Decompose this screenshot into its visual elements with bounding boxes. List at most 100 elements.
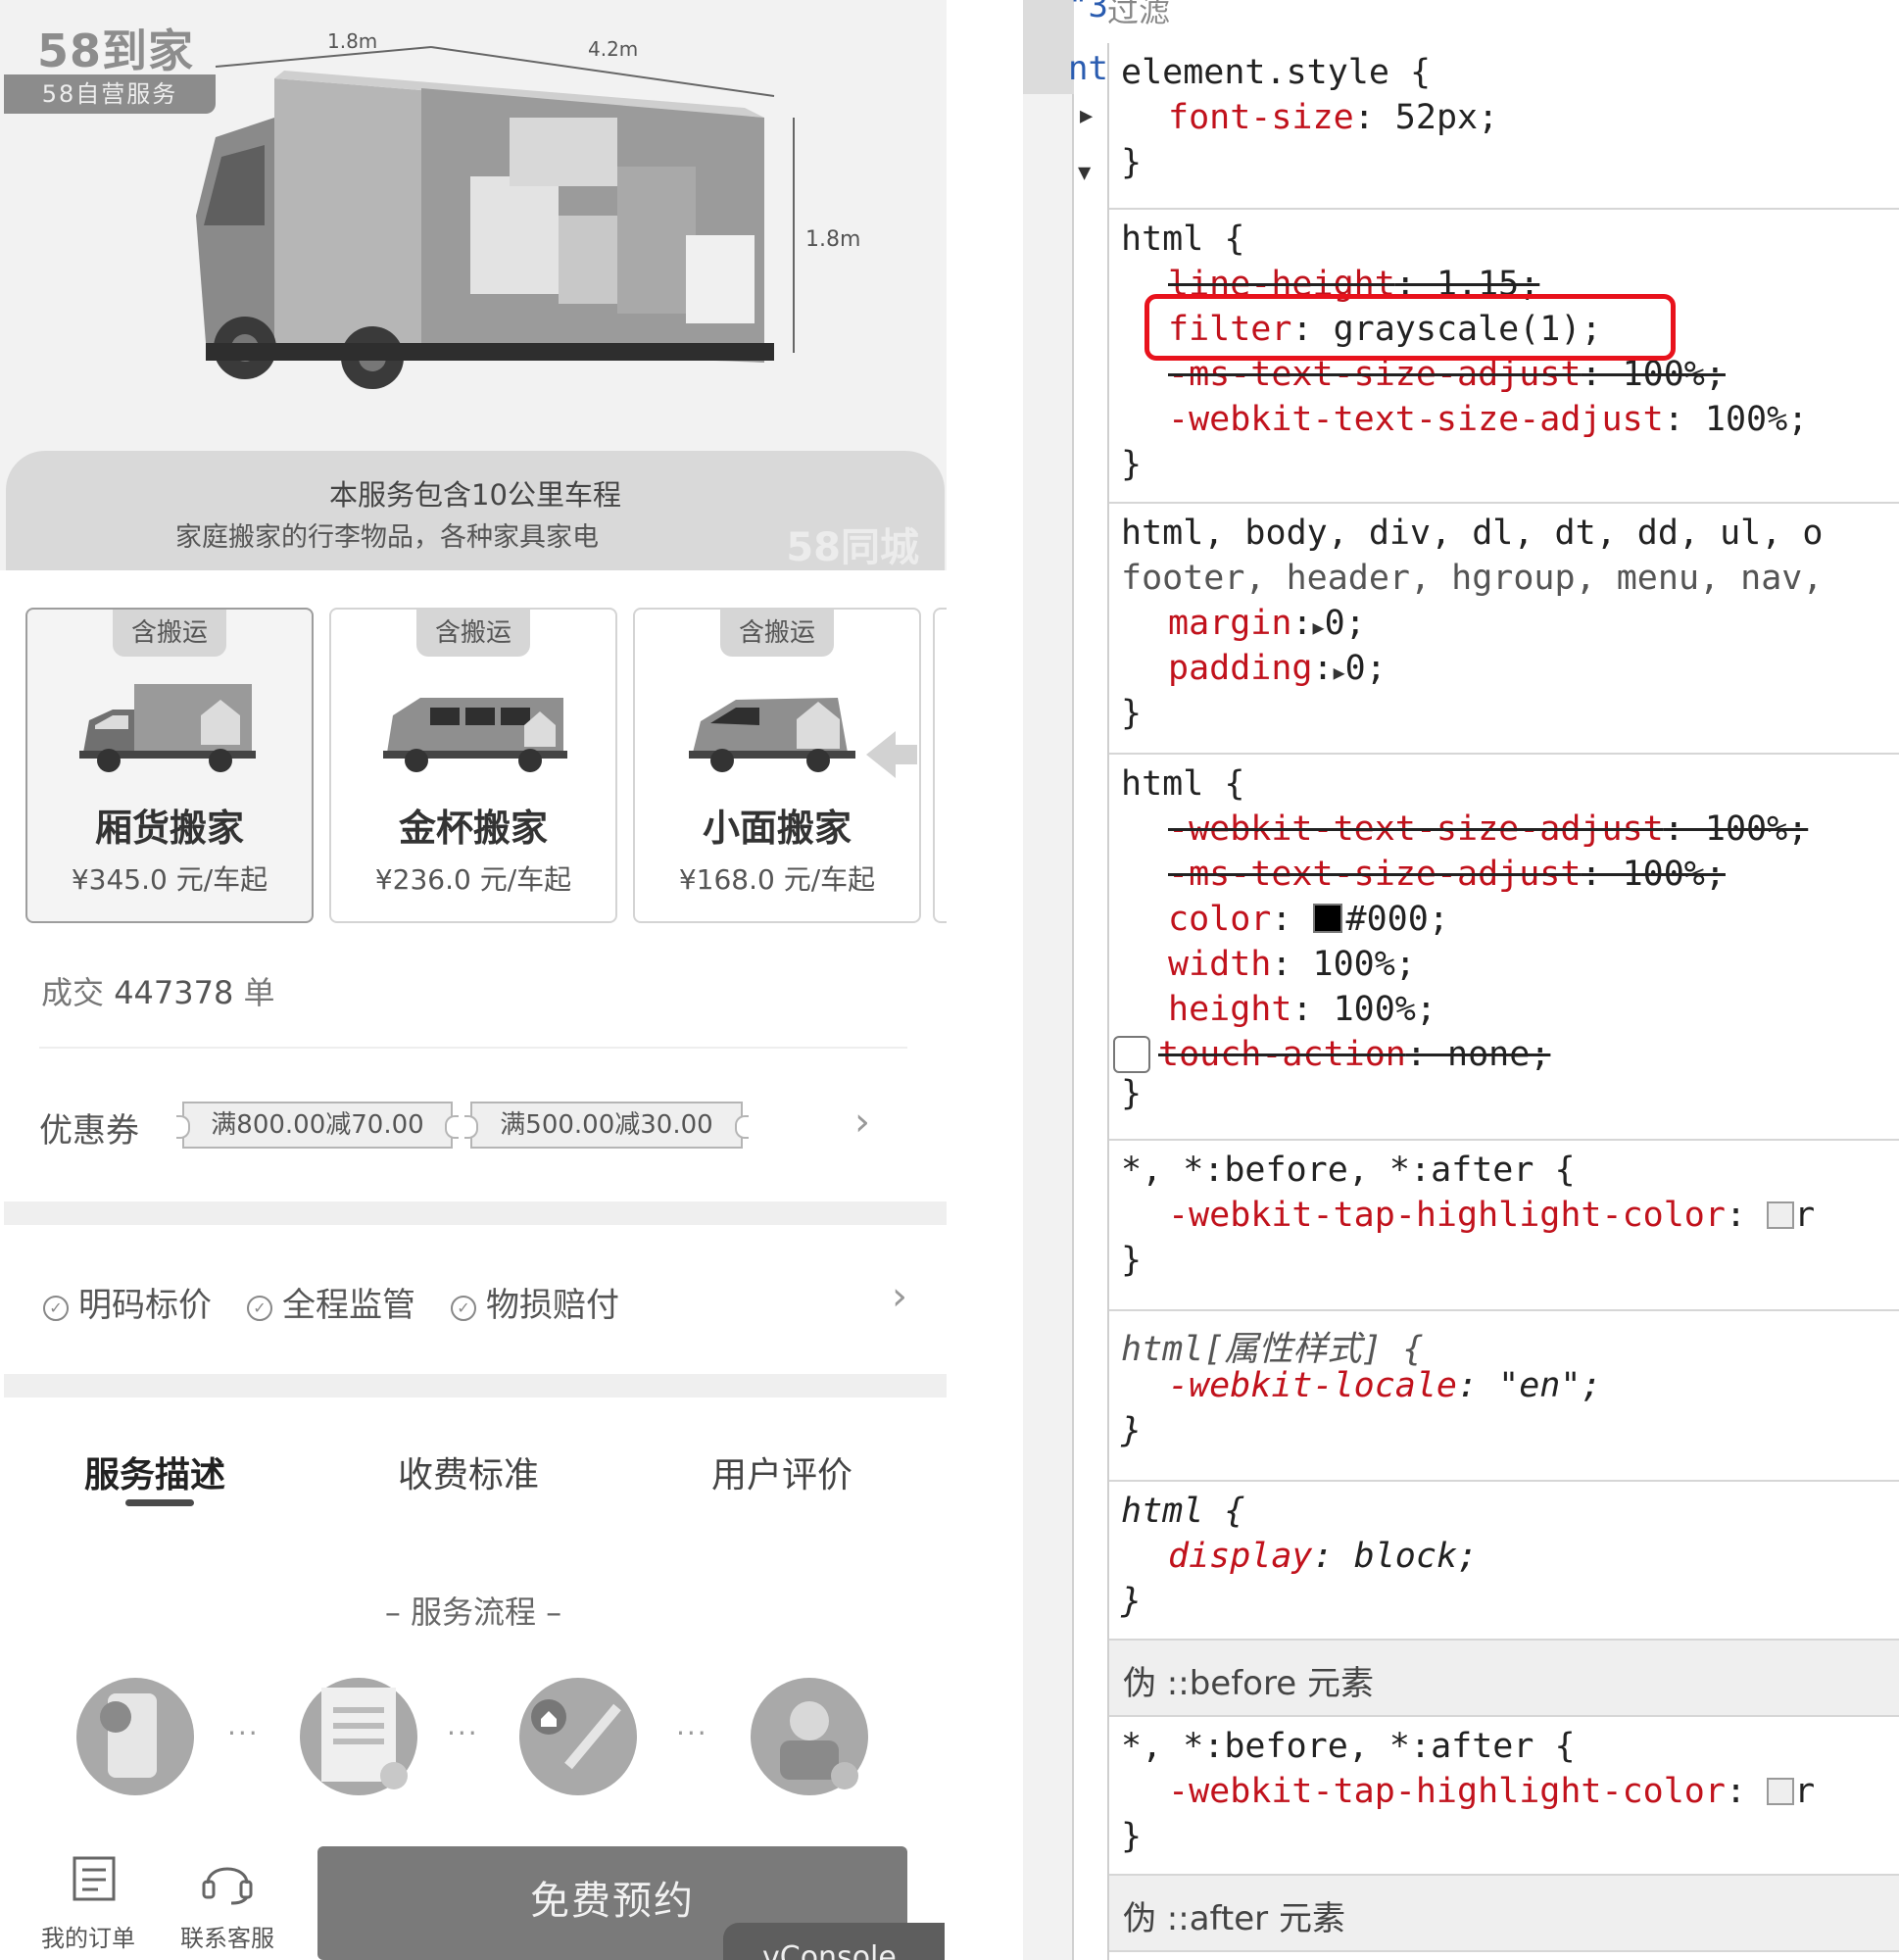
service-flow-title: – 服务流程 – [384, 1593, 562, 1631]
declaration[interactable]: -webkit-text-size-adjust: 100%; [1168, 400, 1808, 439]
rule-reset: html, body, div, dl, dt, dd, ul, o foote… [1109, 504, 1899, 755]
declaration[interactable]: -webkit-tap-highlight-color: r [1168, 1772, 1815, 1811]
home-service-step-icon [519, 1678, 637, 1795]
rule-selector: html { [1121, 220, 1245, 259]
tab-service-description[interactable]: 服务描述 [84, 1446, 225, 1497]
rule-selector: element.style { [1121, 53, 1432, 92]
coupon-badge[interactable]: 满800.00减70.00 [176, 1102, 459, 1149]
declaration[interactable]: margin:▶0; [1168, 604, 1366, 643]
rule-close: } [1121, 1582, 1143, 1621]
color-swatch[interactable] [1767, 1778, 1795, 1805]
check-circle-icon: ✓ [451, 1296, 476, 1321]
service-tag: 含搬运 [416, 610, 530, 657]
service-price: ¥236.0 元/车起 [374, 863, 572, 896]
service-name: 厢货搬家 [94, 807, 244, 850]
guarantee-chevron-right-icon[interactable]: › [892, 1274, 907, 1319]
rule-universal-pseudo: *, *:before, *:after { -webkit-tap-highl… [1109, 1717, 1899, 1878]
flow-dots: ··· [447, 1717, 479, 1749]
brand-logo: 58到家 [37, 24, 195, 77]
declaration-checkbox[interactable] [1113, 1036, 1150, 1073]
truck-illustration [196, 46, 795, 389]
declaration-overridden[interactable]: -webkit-text-size-adjust: 100%; [1168, 809, 1808, 849]
rule-close: } [1121, 143, 1143, 182]
service-name: 金杯搬家 [398, 807, 548, 850]
order-list-icon[interactable] [71, 1854, 118, 1903]
rule-element-style: element.style { font-size: 52px; } [1109, 43, 1899, 210]
pseudo-after-header: 伪 ::after 元素 [1109, 1874, 1899, 1952]
mover-complete-step-icon [751, 1678, 868, 1795]
deal-count: 成交 447378 单 [41, 968, 275, 1013]
deal-count-suffix: 单 [243, 974, 275, 1011]
tab-pricing[interactable]: 收费标准 [398, 1446, 539, 1497]
service-card-partial[interactable] [933, 608, 947, 923]
service-card-minibus[interactable]: 含搬运 金杯搬家 ¥236.0 元/车起 [329, 608, 617, 923]
declaration[interactable]: -webkit-tap-highlight-color: r [1168, 1196, 1815, 1235]
guarantee-item: ✓ 物损赔付 [451, 1278, 619, 1326]
brand-subtitle: 58自营服务 [4, 74, 216, 114]
rule-close: } [1121, 1074, 1143, 1113]
mobile-page: 58到家 58自营服务 1.8m 4.2m 1.8m 本服务包含10公里车程 家… [0, 0, 947, 1960]
phone-call-step-icon [76, 1678, 194, 1795]
coupon-chevron-right-icon[interactable]: › [854, 1100, 870, 1145]
declaration-color[interactable]: color: #000; [1168, 900, 1449, 939]
active-tab-indicator [125, 1499, 194, 1506]
styles-filter-input[interactable]: 过滤 [1107, 0, 1170, 31]
declaration[interactable]: width: 100%; [1168, 945, 1416, 984]
order-form-step-icon [300, 1678, 417, 1795]
color-swatch[interactable] [1767, 1201, 1795, 1229]
service-price: ¥345.0 元/车起 [71, 863, 268, 896]
deal-count-prefix: 成交 [41, 974, 105, 1011]
tab-user-reviews[interactable]: 用户评价 [711, 1446, 852, 1497]
declaration: display: block; [1168, 1537, 1479, 1576]
rule-selector: *, *:before, *:after { [1121, 1151, 1576, 1190]
hero-banner: 58到家 58自营服务 1.8m 4.2m 1.8m 本服务包含10公里车程 家… [0, 0, 947, 570]
check-circle-icon: ✓ [247, 1296, 272, 1321]
declaration[interactable]: padding:▶0; [1168, 649, 1387, 688]
vconsole-button[interactable]: vConsole [723, 1923, 945, 1960]
expand-triangle-icon[interactable]: ▶ [1080, 104, 1093, 128]
rule-close: } [1121, 694, 1143, 733]
expand-triangle-icon: ▶ [1312, 615, 1325, 639]
dim-label-width: 1.8m [327, 29, 378, 53]
selected-node-highlight [1023, 0, 1074, 94]
guarantee-item: ✓ 全程监管 [247, 1278, 415, 1326]
headset-icon[interactable] [200, 1854, 255, 1905]
flow-dots: ··· [227, 1717, 260, 1749]
dom-fragment: "3 [1068, 0, 1108, 25]
service-tag: 含搬运 [720, 610, 834, 657]
rule-close: } [1121, 445, 1143, 484]
divider [39, 1047, 907, 1049]
guarantee-item: ✓ 明码标价 [43, 1278, 212, 1326]
rule-universal: *, *:before, *:after { -webkit-tap-highl… [1109, 1141, 1899, 1311]
hero-info-line1: 本服务包含10公里车程 [329, 478, 621, 512]
watermark: 58同城 [786, 525, 919, 570]
rule-close: } [1121, 1817, 1143, 1856]
declaration-overridden[interactable]: -ms-text-size-adjust: 100%; [1168, 855, 1726, 894]
my-orders-label[interactable]: 我的订单 [41, 1919, 135, 1953]
color-swatch[interactable] [1312, 904, 1342, 933]
declaration[interactable]: font-size: 52px; [1168, 98, 1498, 137]
rule-selector-cont: footer, header, hgroup, menu, nav, [1121, 559, 1824, 598]
declaration-overridden[interactable]: -ms-text-size-adjust: 100%; [1168, 355, 1726, 394]
check-circle-icon: ✓ [43, 1296, 69, 1321]
service-price: ¥168.0 元/车起 [678, 863, 876, 896]
coupon-badge[interactable]: 满500.00减30.00 [464, 1102, 749, 1149]
pseudo-before-header: 伪 ::before 元素 [1109, 1639, 1899, 1717]
hero-info-panel: 本服务包含10公里车程 家庭搬家的行李物品，各种家具家电 58同城 [6, 451, 945, 570]
rule-close: } [1121, 1241, 1143, 1280]
rule-close: } [1121, 1411, 1143, 1450]
minibus-icon [383, 698, 567, 772]
rule-selector: html { [1121, 1492, 1245, 1531]
dim-label-length: 4.2m [588, 37, 639, 61]
service-card-van[interactable]: 含搬运 厢货搬家 ¥345.0 元/车起 [25, 608, 314, 923]
dim-label-height: 1.8m [805, 227, 861, 252]
collapse-triangle-icon[interactable]: ▼ [1078, 161, 1091, 185]
scroll-left-arrow-icon[interactable] [862, 725, 921, 784]
rule-user-agent: html { display: block; } [1109, 1482, 1899, 1641]
declaration[interactable]: height: 100%; [1168, 990, 1436, 1029]
rule-selector: html[属性样式] { [1121, 1330, 1424, 1369]
deal-count-number: 447378 [114, 974, 234, 1011]
expand-triangle-icon: ▶ [1333, 661, 1345, 684]
declaration-disabled[interactable]: touch-action: none; [1113, 1035, 1550, 1074]
contact-support-label[interactable]: 联系客服 [180, 1919, 274, 1953]
